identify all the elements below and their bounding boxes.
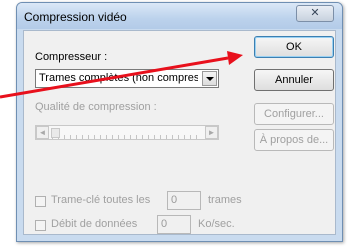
datarate-label: Débit de données [51, 218, 138, 230]
quality-label: Qualité de compression : [35, 101, 157, 113]
dialog-body: Compresseur : Trames complètes (non comp… [23, 30, 336, 235]
keyframe-interval-input[interactable]: 0 [167, 191, 201, 210]
quality-slider[interactable]: ◄ ► [35, 125, 219, 140]
datarate-checkbox[interactable] [35, 220, 46, 231]
slider-ticks [52, 135, 202, 139]
compression-dialog: Compression vidéo ✕ Compresseur : Trames… [16, 2, 343, 242]
compressor-selected-value: Trames complètes (non compressées) [39, 72, 198, 84]
cancel-button[interactable]: Annuler [254, 69, 334, 91]
slider-thumb[interactable] [51, 128, 60, 138]
about-button[interactable]: À propos de... [254, 129, 334, 151]
compressor-label: Compresseur : [35, 51, 108, 63]
configure-button[interactable]: Configurer... [254, 103, 334, 125]
compressor-select[interactable]: Trames complètes (non compressées) [35, 69, 219, 88]
datarate-unit: Ko/sec. [198, 218, 235, 230]
dialog-title: Compression vidéo [24, 10, 127, 24]
compressor-dropdown-button[interactable] [202, 71, 217, 86]
close-button[interactable]: ✕ [296, 5, 334, 22]
close-icon: ✕ [310, 7, 320, 19]
keyframe-unit: trames [208, 194, 242, 206]
keyframe-label: Trame-clé toutes les [51, 194, 151, 206]
title-bar[interactable]: Compression vidéo ✕ [17, 3, 342, 29]
keyframe-checkbox[interactable] [35, 196, 46, 207]
slider-right-arrow-icon[interactable]: ► [205, 126, 218, 139]
datarate-input[interactable]: 0 [157, 215, 191, 234]
ok-button[interactable]: OK [254, 36, 334, 58]
chevron-down-icon [205, 76, 214, 81]
slider-left-arrow-icon[interactable]: ◄ [36, 126, 49, 139]
